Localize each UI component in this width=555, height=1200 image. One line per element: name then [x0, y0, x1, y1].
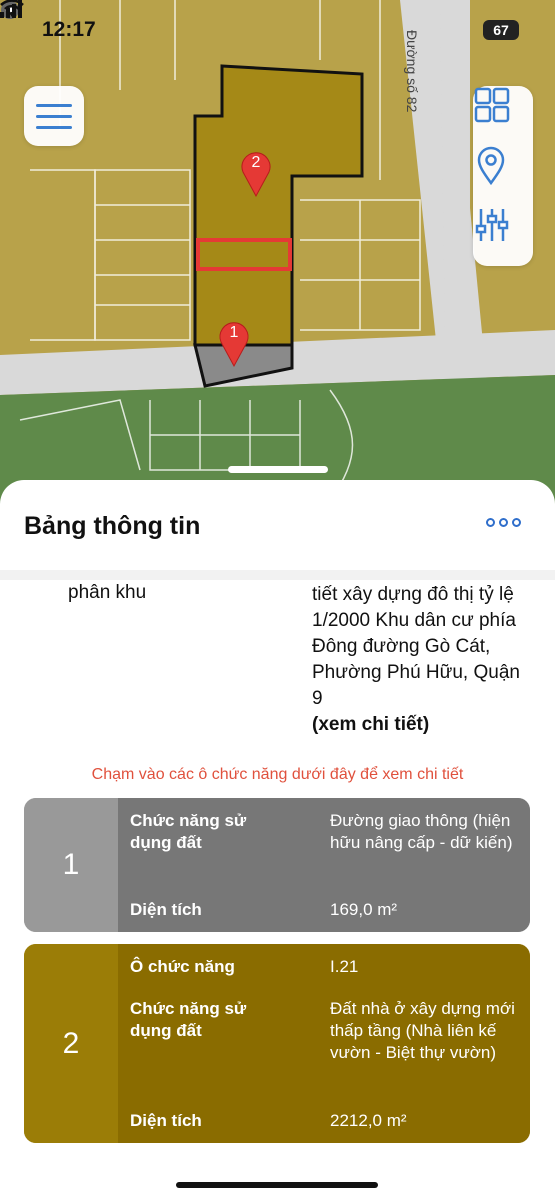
land-use-card-1[interactable]: 1 Chức năng sử dụng đất Đường giao thông…: [24, 798, 530, 932]
row-label: Diện tích: [130, 1111, 202, 1130]
row-value: I.21: [330, 957, 359, 976]
locate-button[interactable]: [473, 146, 533, 206]
row-label: Chức năng sử dụng đất: [130, 999, 247, 1040]
card-body: Chức năng sử dụng đất Đường giao thông (…: [118, 798, 530, 932]
map-view[interactable]: 2 1 Đường số 82 12:17 67: [0, 0, 555, 520]
row-value: 2212,0 m²: [330, 1111, 407, 1130]
more-options-icon[interactable]: [486, 512, 526, 532]
selected-parcel-2: [193, 64, 364, 347]
status-bar: 12:17 67: [0, 0, 555, 60]
sheet-title: Bảng thông tin: [24, 512, 201, 540]
pin-1-label: 1: [230, 324, 239, 341]
hamburger-icon: [36, 104, 72, 129]
pin-2-label: 2: [252, 154, 261, 171]
info-sheet: Bảng thông tin phân khu tiết xây dựng đô…: [0, 480, 555, 1200]
row-label: Diện tích: [130, 900, 202, 919]
row-value: 169,0 m²: [330, 900, 398, 919]
status-time: 12:17: [42, 18, 96, 41]
zoning-label: phân khu: [68, 582, 147, 603]
home-indicator[interactable]: [176, 1182, 378, 1188]
sliders-icon: [475, 209, 509, 241]
row-label: Chức năng sử dụng đất: [130, 811, 247, 852]
row-value: Đường giao thông (hiện hữu nâng cấp - dữ…: [330, 811, 513, 852]
sheet-drag-handle[interactable]: [228, 466, 328, 473]
map-pin-icon: [477, 146, 505, 186]
card-number: 2: [24, 944, 118, 1143]
wifi-icon: [0, 0, 24, 17]
divider: [0, 570, 555, 580]
row-label: Ô chức năng: [130, 957, 235, 976]
land-use-card-2[interactable]: 2 Ô chức năng I.21 Chức năng sử dụng đất…: [24, 944, 530, 1143]
card-number: 1: [24, 798, 118, 932]
hint-text: Chạm vào các ô chức năng dưới đây để xem…: [91, 766, 464, 783]
map-tools-panel: [473, 86, 533, 266]
zoning-text: tiết xây dựng đô thị tỷ lệ 1/2000 Khu dâ…: [312, 584, 520, 709]
filter-button[interactable]: [473, 206, 533, 266]
menu-button[interactable]: [24, 86, 84, 146]
map-canvas[interactable]: 2 1: [0, 0, 555, 520]
layers-button[interactable]: [473, 86, 533, 146]
zoning-value: tiết xây dựng đô thị tỷ lệ 1/2000 Khu dâ…: [312, 582, 532, 738]
view-detail-link[interactable]: (xem chi tiết): [312, 714, 429, 735]
row-value: Đất nhà ở xây dựng mới thấp tầng (Nhà li…: [330, 999, 515, 1062]
card-body: Ô chức năng I.21 Chức năng sử dụng đất Đ…: [118, 944, 530, 1143]
battery-indicator: 67: [483, 20, 519, 40]
grid-icon: [474, 87, 510, 123]
